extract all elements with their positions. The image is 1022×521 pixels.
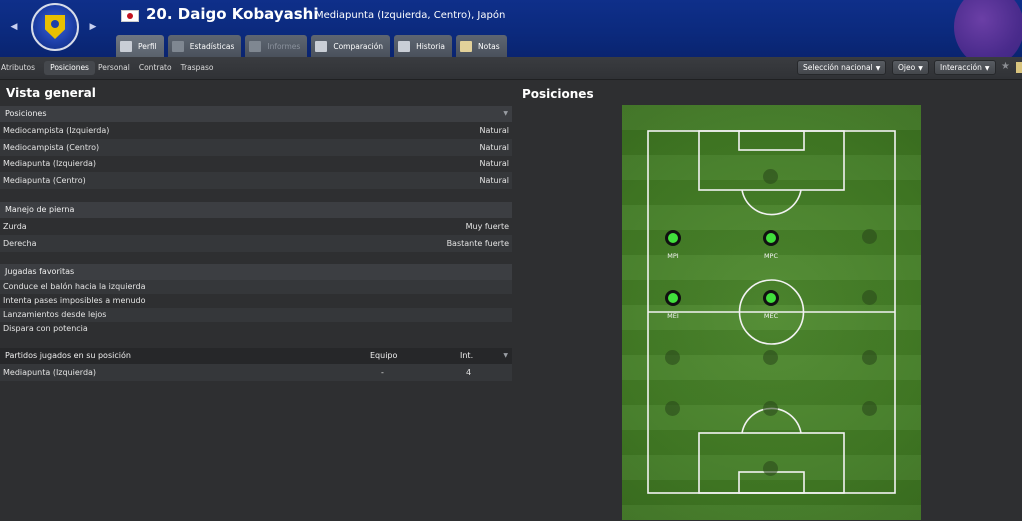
subnav-traspaso[interactable]: Traspaso [181,61,220,75]
profile-tabs: Perfil Estadísticas Informes Comparación… [116,35,507,57]
tab-estadisticas[interactable]: Estadísticas [167,35,242,57]
chevron-down-icon: ▼ [918,65,923,72]
position-marker-mpc[interactable] [763,230,779,246]
position-marker-mei[interactable] [665,290,681,306]
position-label: MPI [667,252,679,260]
favorite-move: Intenta pases imposibles a menudo [3,296,146,305]
next-arrow-icon[interactable]: ▶ [87,20,99,34]
tab-historia[interactable]: Historia [394,35,452,57]
pitch-diagram: MPI MPC MEI MEC [622,105,921,520]
empty-position-marker [763,169,778,184]
sort-icon: ▼ [503,352,508,359]
empty-position-marker [763,401,778,416]
matches-header[interactable]: Partidos jugados en su posición Equipo I… [0,348,512,364]
stats-icon [171,40,184,52]
empty-position-marker [862,350,877,365]
overview-title: Vista general [6,86,96,100]
player-header: ◀ ▶ 20. Daigo Kobayashi Mediapunta (Izqu… [0,0,1022,57]
foot-row: Derecha Bastante fuerte [0,235,512,252]
table-row: Mediapunta (Izquierda) - 4 [0,364,512,381]
previous-arrow-icon[interactable]: ◀ [8,20,20,34]
subnav-contrato[interactable]: Contrato [139,61,178,75]
subnav-atributos[interactable]: Atributos [0,61,41,75]
report-icon [249,40,262,52]
subnav-personal[interactable]: Personal [98,61,136,75]
scouting-dropdown[interactable]: Ojeo ▼ [892,60,929,75]
japan-flag-icon [121,10,139,22]
subnav-posiciones[interactable]: Posiciones [44,61,95,75]
position-label: MEC [763,312,779,320]
tab-perfil[interactable]: Perfil [116,35,164,57]
chevron-down-icon: ▼ [984,65,990,72]
bookmark-icon[interactable] [1016,62,1022,73]
positions-header[interactable]: Posiciones ▼ [0,106,512,122]
interaction-dropdown[interactable]: Interacción ▼ [934,60,996,75]
tab-comparacion[interactable]: Comparación [311,35,391,57]
position-marker-mec[interactable] [763,290,779,306]
empty-position-marker [862,229,877,244]
club-crest-icon [31,3,79,51]
national-selection-dropdown[interactable]: Selección nacional ▼ [797,60,887,75]
favorite-move: Conduce el balón hacia la izquierda [0,280,512,294]
star-icon[interactable]: ★ [1001,61,1010,72]
tab-notas[interactable]: Notas [456,35,507,57]
team-column-header[interactable]: Equipo [370,348,397,364]
empty-position-marker [862,401,877,416]
sort-icon: ▼ [503,110,508,117]
empty-position-marker [763,350,778,365]
position-label: MPC [763,252,779,260]
favorite-moves-header: Jugadas favoritas [0,264,512,280]
empty-position-marker [862,290,877,305]
position-row: Mediapunta (Centro) Natural [0,172,512,189]
empty-position-marker [665,401,680,416]
int-column-header[interactable]: Int. [460,348,473,364]
empty-position-marker [665,350,680,365]
foot-header: Manejo de pierna [0,202,512,218]
player-name: 20. Daigo Kobayashi [146,5,319,23]
notes-icon [460,40,472,52]
profile-icon [120,40,132,52]
player-position-nation: Mediapunta (Izquierda, Centro), Japón [315,10,506,21]
position-row: Mediocampista (Izquierda) Natural [3,126,509,135]
favorite-move: Dispara con potencia [3,324,88,333]
empty-position-marker [763,461,778,476]
favorite-move: Lanzamientos desde lejos [0,308,512,322]
position-marker-mpi[interactable] [665,230,681,246]
tab-informes[interactable]: Informes [245,35,308,57]
compare-icon [315,40,328,52]
chevron-down-icon: ▼ [875,65,881,72]
sub-navigation: Atributos Posiciones Personal Contrato T… [0,57,1022,80]
position-label: MEI [667,312,679,320]
header-decoration [954,0,1022,57]
foot-row: Zurda Muy fuerte [3,222,509,231]
position-row: Mediocampista (Centro) Natural [0,139,512,156]
positions-panel-title: Posiciones [522,87,594,101]
position-row: Mediapunta (Izquierda) Natural [3,159,509,168]
history-icon [398,40,411,52]
